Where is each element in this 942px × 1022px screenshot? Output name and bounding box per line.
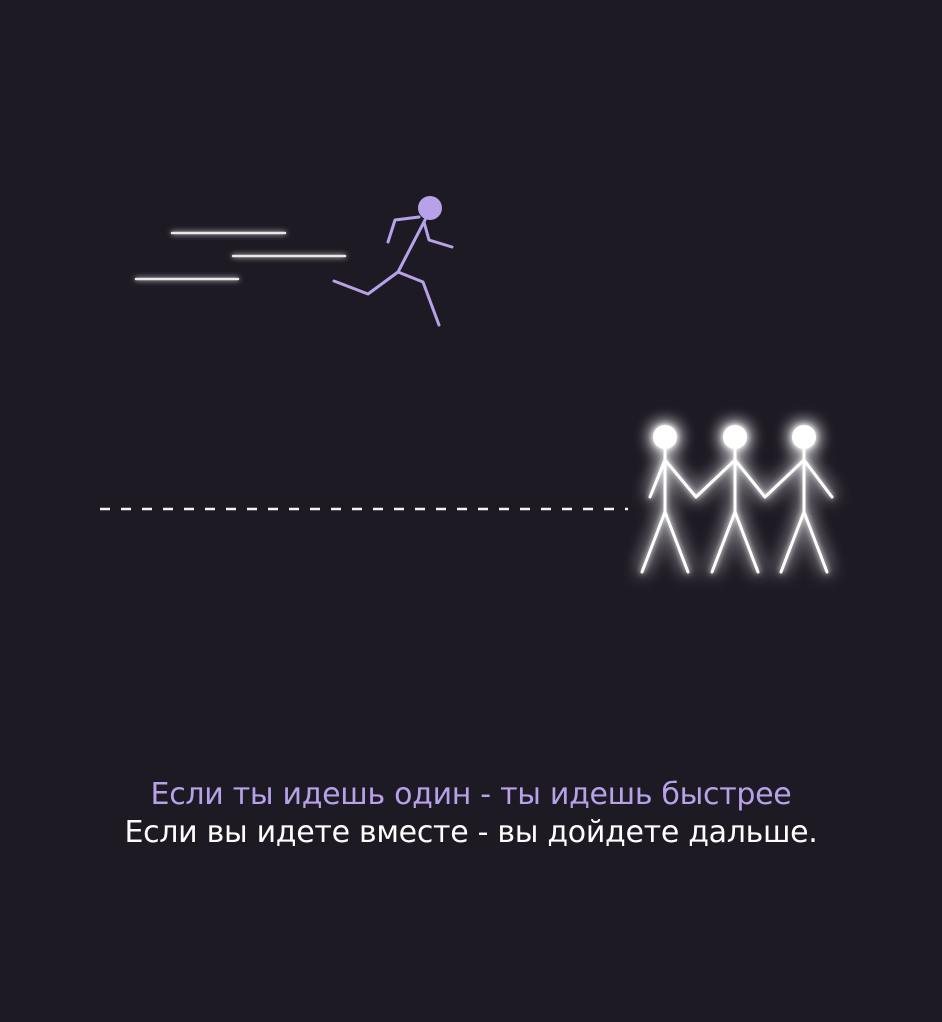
motion-lines-icon [134,231,347,281]
running-stick-figure-icon [332,196,454,327]
three-stick-figures-holding-hands-icon [640,425,834,574]
caption-together: Если вы идете вместе - вы дойдете дальше… [124,815,818,850]
caption-alone: Если ты идешь один - ты идешь быстрее [150,777,792,812]
illustration [100,196,834,574]
